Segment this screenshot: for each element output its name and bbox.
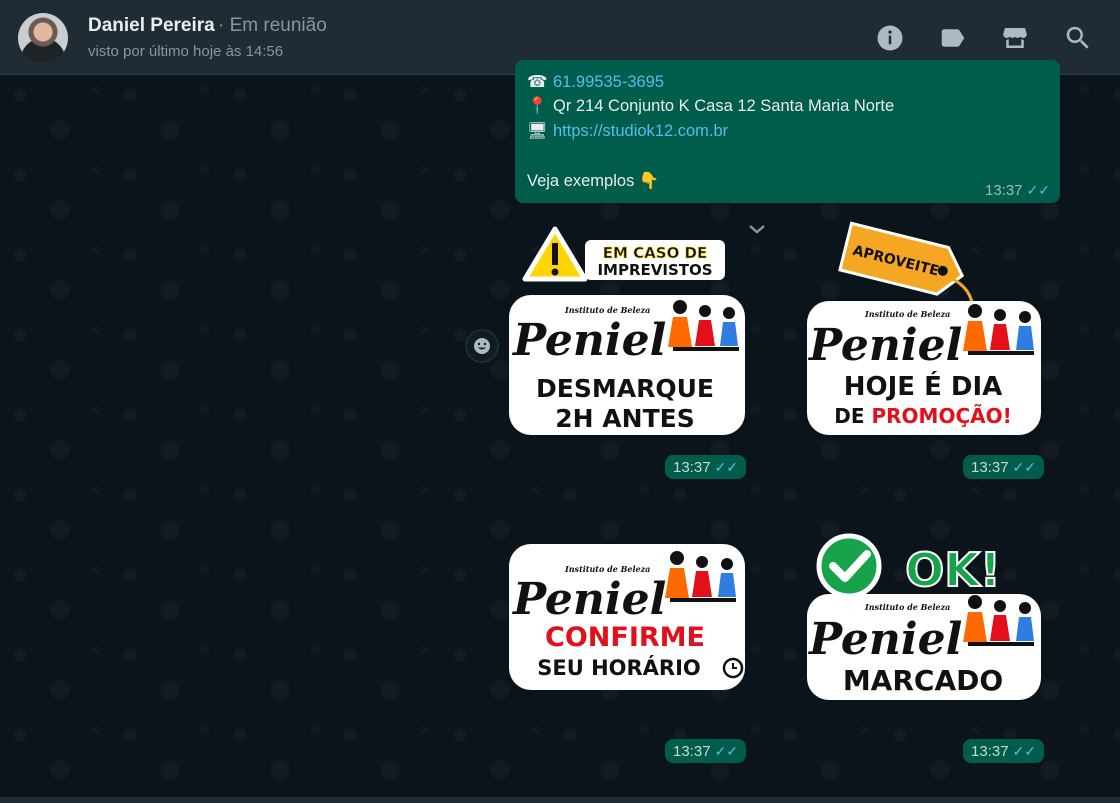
sticker-confirme[interactable]: Instituto de Beleza Peniel CONFIRME SEU …	[505, 530, 745, 750]
sticker-brand: Peniel	[807, 320, 962, 371]
examples-text: Veja exemplos	[527, 172, 635, 190]
sticker-brand: Peniel	[511, 574, 666, 625]
website-link[interactable]: https://studiok12.com.br	[553, 122, 728, 140]
sticker-line1: HOJE É DIA	[844, 370, 1003, 402]
sticker-line2-prefix: DE	[834, 404, 871, 428]
sticker-brand: Peniel	[807, 614, 962, 665]
pointing-down-icon: 👇	[638, 172, 660, 190]
contact-status: · Em reunião	[218, 15, 327, 36]
sticker-time: 13:37	[673, 459, 711, 476]
sticker-badge-line1: EM CASO DE	[603, 244, 708, 262]
sticker-line1: DESMARQUE	[536, 374, 714, 403]
check-circle-icon	[816, 533, 882, 599]
read-ticks-icon: ✓✓	[1012, 459, 1037, 475]
contact-name[interactable]: Daniel Pereira	[88, 15, 215, 37]
store-icon[interactable]	[1000, 23, 1030, 53]
salon-figures-icon	[963, 304, 1034, 355]
salon-figures-icon	[668, 300, 739, 351]
pin-icon: 📍	[527, 97, 548, 115]
salon-figures-icon	[963, 595, 1034, 646]
sticker-time: 13:37	[971, 743, 1009, 760]
sticker-line1: MARCADO	[843, 664, 1003, 697]
read-ticks-icon: ✓✓	[1012, 743, 1037, 759]
sticker-ok: OK!	[905, 543, 1001, 597]
examples-line: Veja exemplos 👇	[527, 172, 659, 191]
label-icon[interactable]	[938, 23, 968, 53]
clock-icon	[722, 657, 744, 679]
salon-figures-icon	[665, 551, 736, 602]
telephone-icon: ☎	[527, 73, 548, 91]
composer-bar-edge	[0, 797, 1120, 803]
phone-line: ☎ 61.99535-3695	[527, 72, 664, 92]
read-ticks-icon: ✓✓	[714, 743, 739, 759]
sticker-timestamp: 13:37 ✓✓	[963, 739, 1045, 763]
sticker-brand-small: Instituto de Beleza	[864, 309, 950, 319]
sticker-line2: SEU HORÁRIO	[537, 655, 701, 680]
sticker-promocao[interactable]: APROVEITE Instituto de Beleza Peniel HOJ…	[803, 221, 1043, 445]
search-icon[interactable]	[1063, 23, 1093, 53]
contact-avatar[interactable]	[18, 13, 68, 63]
read-ticks-icon: ✓✓	[714, 459, 739, 475]
outgoing-message-bubble[interactable]: ☎ 61.99535-3695 📍 Qr 214 Conjunto K Casa 1…	[515, 60, 1060, 203]
message-menu-chevron-icon[interactable]	[745, 220, 769, 238]
last-seen: visto por último hoje às 14:56	[88, 43, 284, 60]
sticker-desmarque[interactable]: EM CASO DE IMPREVISTOS Instituto de Bele…	[505, 225, 745, 445]
sticker-badge-line2: IMPREVISTOS	[597, 261, 712, 279]
sticker-line1: CONFIRME	[545, 622, 705, 653]
address-line: 📍 Qr 214 Conjunto K Casa 12 Santa Maria N…	[527, 97, 894, 116]
sticker-timestamp: 13:37 ✓✓	[665, 739, 747, 763]
sticker-timestamp: 13:37 ✓✓	[963, 455, 1045, 479]
phone-link[interactable]: 61.99535-3695	[553, 73, 664, 91]
sticker-timestamp: 13:37 ✓✓	[665, 455, 747, 479]
sticker-brand: Peniel	[511, 315, 666, 366]
message-timestamp: 13:37 ✓✓	[985, 182, 1050, 199]
smiley-icon	[474, 338, 490, 354]
reaction-emoji-button[interactable]	[467, 331, 497, 361]
sticker-line2: 2H ANTES	[555, 404, 694, 433]
website-line: 🖥 https://studiok12.com.br	[527, 122, 728, 141]
read-ticks-icon: ✓✓	[1026, 182, 1050, 198]
info-icon[interactable]	[875, 23, 905, 53]
sticker-brand-small: Instituto de Beleza	[564, 564, 650, 574]
address-text: Qr 214 Conjunto K Casa 12 Santa Maria No…	[553, 97, 895, 115]
aproveite-tag-icon: APROVEITE	[838, 221, 965, 296]
sticker-line2: DE PROMOÇÃO!	[834, 404, 1011, 428]
sticker-line2-highlight: PROMOÇÃO!	[871, 404, 1011, 428]
message-time: 13:37	[984, 182, 1023, 199]
computer-icon: 🖥	[527, 122, 548, 140]
sticker-time: 13:37	[673, 743, 711, 760]
sticker-brand-small: Instituto de Beleza	[864, 602, 950, 612]
sticker-time: 13:37	[971, 459, 1009, 476]
sticker-ok-marcado[interactable]: OK! Instituto de Beleza Peniel MARCADO	[803, 530, 1043, 750]
sticker-brand-small: Instituto de Beleza	[564, 305, 650, 315]
